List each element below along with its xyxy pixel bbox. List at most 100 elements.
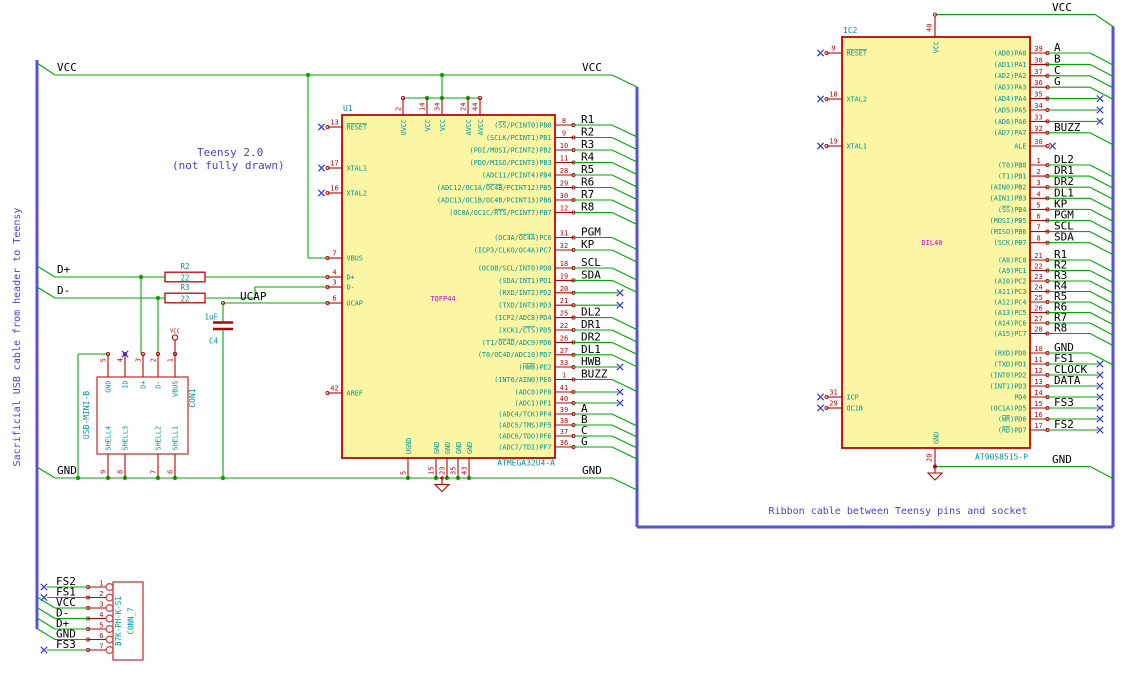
bus-entry[interactable]	[611, 124, 638, 138]
bus-entry[interactable]	[36, 286, 56, 299]
net-label-r8[interactable]: R8	[1054, 322, 1067, 335]
bus-entry[interactable]	[611, 279, 638, 293]
net-label-r6[interactable]: R6	[581, 176, 594, 189]
bus-entry[interactable]	[611, 341, 638, 355]
bus-entry[interactable]	[1089, 175, 1114, 189]
net-label-gnd[interactable]: GND	[57, 464, 77, 477]
r3-ref[interactable]: R3	[180, 283, 189, 292]
bus-entry[interactable]	[1089, 291, 1114, 304]
net-label-fs3[interactable]: FS3	[1054, 396, 1074, 409]
net-label-g[interactable]: G	[581, 435, 588, 448]
schematic-canvas[interactable]: VCC VCCGND GNDD+ R222D- R322 UCAP1uFC4USB-MIN…	[0, 0, 1131, 690]
bus-entry[interactable]	[36, 265, 56, 278]
net-label-sda[interactable]: SDA	[1054, 231, 1074, 244]
bus-entry[interactable]	[1089, 322, 1114, 336]
conn7-value[interactable]: B7K-PH-K-S1	[114, 596, 123, 646]
u1-value[interactable]: ATMEGA32U4-A	[497, 459, 555, 468]
net-label-buzz[interactable]: BUZZ	[1054, 121, 1081, 134]
net-label-r4[interactable]: R4	[581, 151, 595, 164]
net-label-ucap[interactable]: UCAP	[240, 290, 267, 303]
bus-entry[interactable]	[1089, 132, 1114, 146]
net-label-gnd[interactable]: GND	[1052, 453, 1072, 466]
bus-entry[interactable]	[611, 162, 638, 175]
net-label-hwb[interactable]: HWB	[581, 355, 601, 368]
net-label-dl1[interactable]: DL1	[581, 343, 601, 356]
u1-ref[interactable]: U1	[343, 104, 353, 113]
bus-entry[interactable]	[611, 413, 638, 427]
bus-entry[interactable]	[611, 267, 638, 281]
note-ribbon[interactable]: Ribbon cable between Teensy pins and soc…	[769, 506, 1028, 517]
bus-entry[interactable]	[611, 74, 638, 88]
net-label-dl2[interactable]: DL2	[581, 306, 601, 319]
conn7-ref[interactable]: CONN_7	[127, 607, 136, 634]
net-label-dplus[interactable]: D+	[57, 263, 71, 276]
net-label-scl[interactable]: SCL	[581, 256, 601, 269]
net-label-sda[interactable]: SDA	[581, 268, 601, 281]
net-label-data[interactable]: DATA	[1054, 374, 1081, 387]
net-label-r5[interactable]: R5	[581, 163, 594, 176]
net-label-g[interactable]: G	[1054, 75, 1061, 88]
net-label-r3[interactable]: R3	[581, 138, 594, 151]
net-label-fs2[interactable]: FS2	[1054, 418, 1074, 431]
c4-ref[interactable]: C4	[209, 337, 219, 346]
net-label-dminus[interactable]: D-	[57, 284, 70, 297]
bus-entry[interactable]	[1089, 52, 1114, 66]
bus-entry[interactable]	[611, 149, 638, 163]
net-label-gnd[interactable]: GND	[582, 464, 602, 477]
bus-entry[interactable]	[611, 354, 638, 368]
bus-entry[interactable]	[1089, 231, 1114, 245]
bus-entry[interactable]	[611, 435, 638, 449]
bus-entry[interactable]	[611, 379, 638, 392]
bus-entry[interactable]	[1089, 301, 1114, 315]
bus-entry[interactable]	[1089, 242, 1114, 256]
net-label-r8[interactable]: R8	[581, 201, 594, 214]
bus-entry[interactable]	[1089, 63, 1114, 77]
note-teensy-2[interactable]: (not fully drawn)	[172, 159, 285, 172]
bus-entry[interactable]	[611, 137, 638, 150]
bus-entry[interactable]	[36, 628, 56, 640]
bus-entry[interactable]	[1089, 312, 1114, 325]
net-label-buzz[interactable]: BUZZ	[581, 368, 608, 381]
net-label-dr1[interactable]: DR1	[581, 318, 601, 331]
net-label-dr2[interactable]: DR2	[581, 330, 601, 343]
net-label-r7[interactable]: R7	[581, 188, 594, 201]
con1-ref[interactable]: CON1	[188, 388, 197, 407]
bus-entry[interactable]	[611, 329, 638, 343]
r3-value[interactable]: 22	[180, 294, 189, 303]
note-sacrificial[interactable]: Sacrificial USB cable from header to Tee…	[12, 208, 23, 467]
ic2-ref[interactable]: IC2	[843, 26, 858, 35]
bus-entry[interactable]	[611, 317, 638, 331]
net-label-vcc[interactable]: VCC	[582, 61, 602, 74]
bus-entry[interactable]	[1089, 333, 1114, 346]
bus-entry[interactable]	[611, 237, 638, 250]
bus-entry[interactable]	[611, 187, 638, 200]
c4-value[interactable]: 1uF	[204, 313, 218, 322]
net-label-r1[interactable]: R1	[581, 113, 594, 126]
bus-entry[interactable]	[1094, 14, 1114, 27]
net-label-fs3[interactable]: FS3	[56, 638, 76, 651]
net-label-vcc[interactable]: VCC	[57, 61, 77, 74]
bus-entry[interactable]	[611, 199, 638, 213]
net-label-pgm[interactable]: PGM	[581, 226, 601, 239]
note-teensy-1[interactable]: Teensy 2.0	[197, 146, 263, 159]
bus-entry[interactable]	[1089, 164, 1114, 178]
bus-entry[interactable]	[611, 477, 638, 491]
bus-entry[interactable]	[36, 617, 56, 630]
bus-entry[interactable]	[611, 212, 638, 225]
bus-entry[interactable]	[1089, 208, 1114, 222]
ic2-value[interactable]: AT90S8515-P	[975, 453, 1028, 462]
net-label-r2[interactable]: R2	[581, 126, 594, 139]
bus-entry[interactable]	[1089, 280, 1114, 294]
bus-entry[interactable]	[1089, 197, 1114, 211]
bus-entry[interactable]	[1089, 259, 1114, 273]
bus-entry[interactable]	[1089, 75, 1114, 89]
bus-entry[interactable]	[36, 607, 56, 619]
r2-value[interactable]: 22	[180, 273, 189, 282]
bus-entry[interactable]	[611, 249, 638, 263]
net-label-vcc[interactable]: VCC	[1052, 1, 1072, 14]
net-label-kp[interactable]: KP	[581, 238, 595, 251]
bus-entry[interactable]	[611, 446, 638, 460]
bus-entry[interactable]	[611, 424, 638, 438]
bus-entry[interactable]	[611, 174, 638, 188]
bus-entry[interactable]	[1089, 220, 1114, 233]
